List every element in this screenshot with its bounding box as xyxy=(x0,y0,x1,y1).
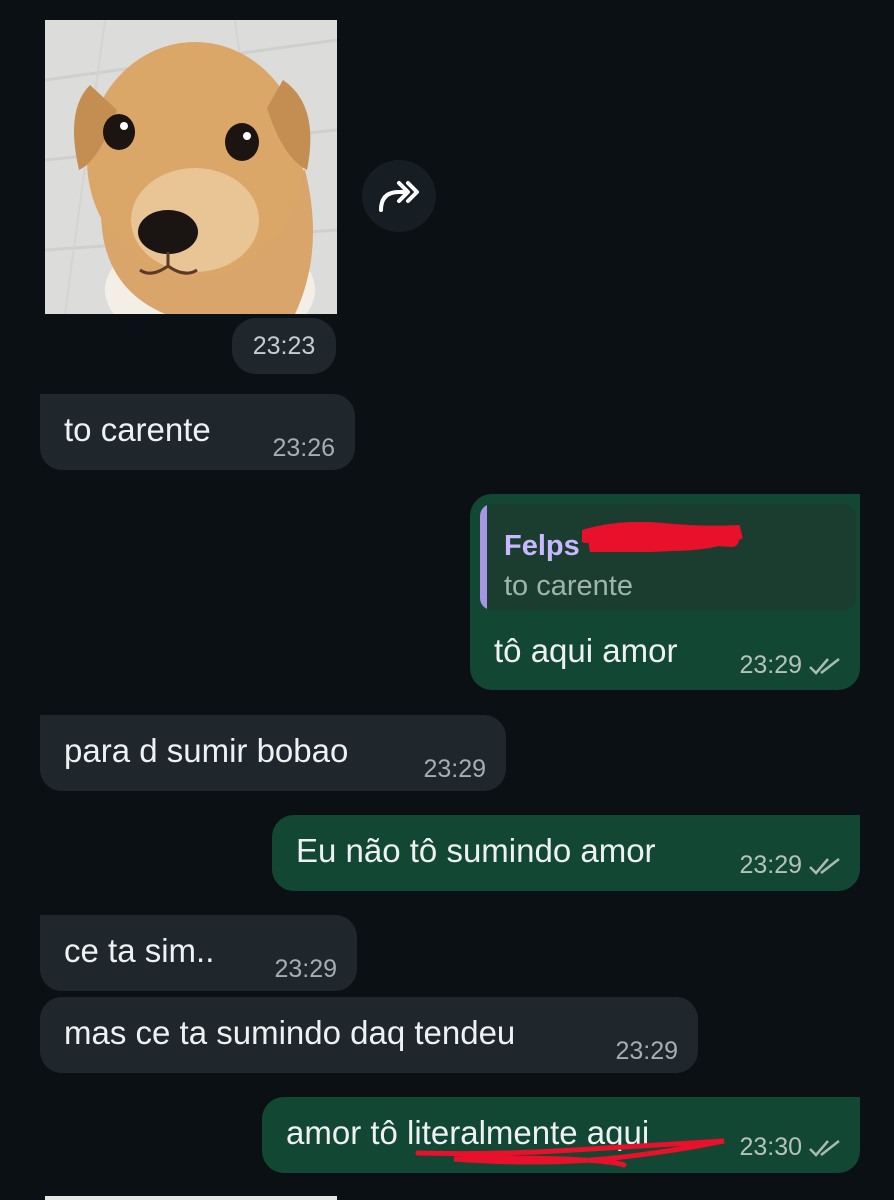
message-bubble-incoming[interactable]: para d sumir bobao 23:29 xyxy=(40,715,506,791)
message-text: to carente xyxy=(64,411,211,448)
message-time: 23:29 xyxy=(423,755,486,783)
double-check-icon xyxy=(809,857,840,875)
message-text: tô aqui amor xyxy=(494,632,678,669)
forward-button[interactable] xyxy=(362,160,436,232)
chat-screen: 23:23 to carente 23:26 Felps to carente … xyxy=(0,0,894,1200)
forward-icon xyxy=(379,181,419,212)
message-text: para d sumir bobao xyxy=(64,732,349,769)
double-check-icon xyxy=(809,1139,840,1157)
photo-timestamp: 23:23 xyxy=(232,318,336,374)
message-bubble-incoming[interactable]: to carente 23:26 xyxy=(40,394,355,470)
puppy-photo[interactable] xyxy=(45,20,337,314)
message-text: ce ta sim.. xyxy=(64,932,215,969)
reply-quote[interactable]: Felps to carente xyxy=(480,504,856,610)
message-time: 23:29 xyxy=(615,1037,678,1065)
message-time: 23:29 xyxy=(274,955,337,983)
message-bubble-incoming[interactable]: mas ce ta sumindo daq tendeu 23:29 xyxy=(40,997,698,1073)
next-photo-edge xyxy=(45,1196,337,1200)
message-time: 23:29 xyxy=(739,851,802,879)
quote-sender-name: Felps xyxy=(504,530,580,562)
quote-text: to carente xyxy=(504,570,633,602)
message-text: amor tô literalmente aqui xyxy=(286,1114,650,1151)
message-time: 23:26 xyxy=(272,434,335,462)
message-bubble-incoming[interactable]: ce ta sim.. 23:29 xyxy=(40,915,357,991)
message-bubble-outgoing[interactable]: Eu não tô sumindo amor 23:29 xyxy=(272,815,860,891)
message-text: Eu não tô sumindo amor xyxy=(296,832,656,869)
message-bubble-outgoing[interactable]: Felps to carente tô aqui amor 23:29 xyxy=(470,494,860,690)
redaction-scribble xyxy=(582,522,743,552)
double-check-icon xyxy=(809,657,840,675)
message-text: mas ce ta sumindo daq tendeu xyxy=(64,1014,516,1051)
message-time: 23:29 xyxy=(739,651,802,679)
message-bubble-outgoing[interactable]: amor tô literalmente aqui 23:30 xyxy=(262,1097,860,1173)
message-time: 23:30 xyxy=(739,1133,802,1161)
quote-bar xyxy=(480,504,487,610)
